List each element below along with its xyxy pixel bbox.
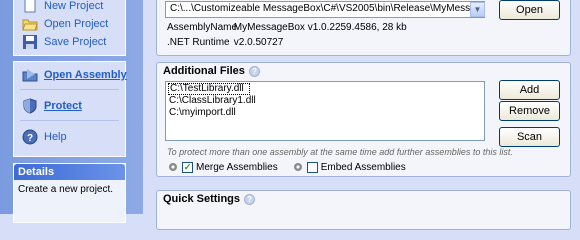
new-project-link[interactable]: New Project xyxy=(22,0,103,15)
help-icon[interactable]: ? xyxy=(248,65,260,77)
floppy-disk-icon xyxy=(23,35,37,49)
gear-icon xyxy=(293,163,302,171)
additional-files-title: Additional Files ? xyxy=(163,65,260,77)
details-panel: Details Create a new project. xyxy=(13,163,126,223)
runtime-row: .NET Runtime v2.0.50727 xyxy=(167,37,283,48)
merge-assemblies-label: Merge Assemblies xyxy=(196,161,278,173)
save-project-link[interactable]: Save Project xyxy=(22,33,106,51)
quick-settings-title: Quick Settings ? xyxy=(163,193,256,205)
list-item[interactable]: C:\myimport.dll xyxy=(168,107,482,119)
help-link[interactable]: ? Help xyxy=(22,128,67,146)
project-panel: New Project Open Project Save Project xyxy=(13,0,126,56)
details-text: Create a new project. xyxy=(18,184,114,195)
svg-text:?: ? xyxy=(27,133,33,144)
open-assembly-link[interactable]: Open Assembly xyxy=(22,66,127,84)
help-label: Help xyxy=(44,131,67,143)
help-icon[interactable]: ? xyxy=(244,193,256,205)
assembly-name-key: AssemblyName xyxy=(167,22,238,33)
additional-files-label: Additional Files xyxy=(163,65,245,77)
open-assembly-icon xyxy=(22,69,38,82)
sidebar: New Project Open Project Save Project Op… xyxy=(0,0,143,223)
runtime-key: .NET Runtime xyxy=(167,37,230,48)
nav-divider xyxy=(20,120,119,121)
merge-embed-row: ✓ Merge Assemblies Embed Assemblies xyxy=(167,161,406,173)
files-listbox[interactable]: C:\TestLibrary.dll C:\ClassLibrary1.dll … xyxy=(165,81,485,141)
open-button[interactable]: Open xyxy=(499,0,560,20)
open-project-link[interactable]: Open Project xyxy=(22,15,108,33)
actions-panel: Open Assembly Protect ? Help xyxy=(13,61,127,157)
nav-divider xyxy=(20,89,119,90)
quick-settings-group: Quick Settings ? xyxy=(156,190,571,230)
details-title: Details xyxy=(14,164,125,180)
new-project-label: New Project xyxy=(44,0,104,12)
additional-files-group: Additional Files ? C:\TestLibrary.dll C:… xyxy=(156,62,571,177)
help-icon: ? xyxy=(22,129,38,145)
save-project-label: Save Project xyxy=(44,36,107,48)
chevron-down-icon[interactable]: ▼ xyxy=(470,2,485,17)
embed-assemblies-label: Embed Assemblies xyxy=(320,161,406,173)
assembly-group: C:\...\Customizeable MessageBox\C#\VS200… xyxy=(156,0,571,56)
gear-icon xyxy=(169,163,177,171)
assembly-path-field[interactable]: C:\...\Customizeable MessageBox\C#\VS200… xyxy=(165,1,485,18)
shield-icon xyxy=(23,98,37,114)
embed-assemblies-checkbox[interactable] xyxy=(306,161,318,173)
assembly-name-value: MyMessageBox v1.0.2259.4586, 28 kb xyxy=(233,22,407,33)
open-project-label: Open Project xyxy=(44,18,109,30)
list-item[interactable]: C:\TestLibrary.dll xyxy=(168,83,250,95)
scan-button[interactable]: Scan xyxy=(499,127,560,147)
main-area: C:\...\Customizeable MessageBox\C#\VS200… xyxy=(143,0,580,230)
add-button[interactable]: Add xyxy=(499,80,560,100)
protect-label: Protect xyxy=(44,100,82,112)
open-assembly-label: Open Assembly xyxy=(44,69,127,81)
list-item[interactable]: C:\ClassLibrary1.dll xyxy=(168,95,482,107)
hint-text: To protect more than one assembly at the… xyxy=(167,147,513,157)
merge-assemblies-checkbox[interactable]: ✓ xyxy=(182,161,193,173)
new-project-icon xyxy=(24,0,36,13)
quick-settings-label: Quick Settings xyxy=(163,193,241,205)
assembly-name-row: AssemblyName MyMessageBox v1.0.2259.4586… xyxy=(167,22,407,33)
protect-link[interactable]: Protect xyxy=(22,97,82,115)
open-folder-icon xyxy=(22,19,38,31)
remove-button[interactable]: Remove xyxy=(499,101,560,121)
runtime-value: v2.0.50727 xyxy=(233,37,284,48)
